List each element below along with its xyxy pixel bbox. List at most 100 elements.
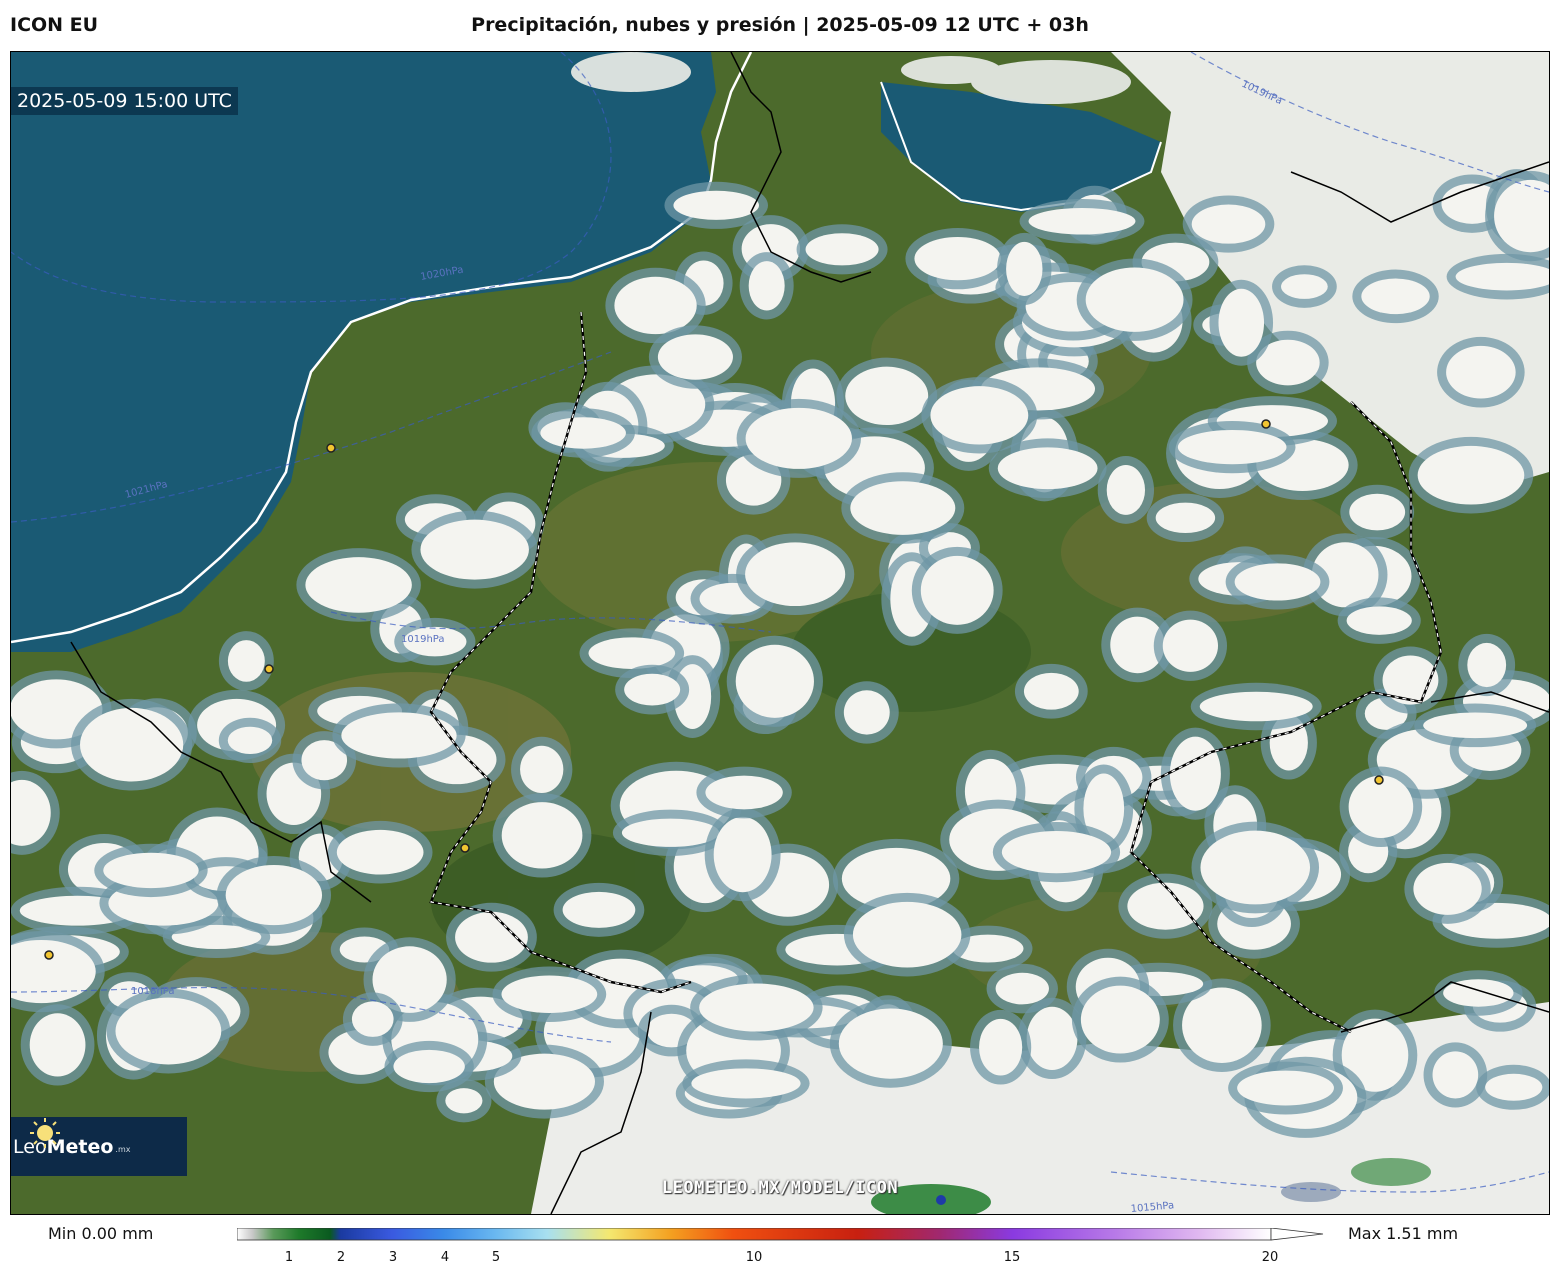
cloud-cell [1432, 1051, 1479, 1099]
cloud-cell [1417, 445, 1525, 505]
cloud-cell [920, 555, 994, 625]
precipitation-colorbar [237, 1228, 1324, 1241]
cloud-cell [540, 417, 626, 449]
cloud-cell [713, 816, 772, 893]
cloud-cell [914, 237, 1001, 281]
city-marker [1374, 775, 1384, 785]
cloud-cell [997, 447, 1098, 490]
cloud-cell [735, 644, 814, 718]
city-marker [44, 950, 54, 960]
sun-icon [30, 1118, 60, 1148]
cloud-cell [588, 637, 676, 669]
colorbar-tick-label: 1 [284, 1250, 294, 1265]
city-marker [1261, 419, 1271, 429]
cloud-cell [691, 1068, 801, 1099]
leometeo-logo[interactable]: LeoMeteo .mx [11, 1117, 187, 1176]
cloud-cell [1155, 502, 1216, 534]
colorbar-tick-label: 15 [1003, 1250, 1021, 1265]
cloud-cell [1080, 985, 1160, 1054]
cloud-cell [1281, 274, 1328, 299]
cloud-cell [1349, 493, 1406, 531]
cloud-cell [657, 334, 733, 380]
cloud-cell [805, 233, 879, 266]
cloud-cell [1413, 862, 1482, 915]
cloud-cell [673, 190, 760, 220]
cloud-cell [621, 818, 720, 847]
colorbar-tick-label: 10 [745, 1250, 763, 1265]
cloud-cell [845, 366, 929, 426]
cloud-cell [1085, 267, 1184, 332]
cloud-cell [29, 1013, 86, 1077]
cloud-cell [305, 557, 412, 613]
cloud-cell [115, 997, 222, 1065]
cloud-cell [79, 707, 184, 782]
isobar-label: 1018hPa [131, 986, 175, 997]
cloud-cell [748, 261, 785, 311]
cloud-cell [501, 802, 583, 869]
cloud-cell [520, 745, 564, 794]
cloud-cell [624, 673, 681, 706]
cloud-cell [1237, 1070, 1334, 1106]
map-title: Precipitación, nubes y presión | 2025-05… [471, 14, 1089, 36]
cloud-cell [1006, 241, 1043, 296]
cloud-cell [1348, 775, 1414, 839]
cloud-cell [501, 975, 598, 1014]
cloud-cell [705, 775, 783, 810]
cloud-cell [1446, 345, 1516, 399]
cloud-cell [562, 891, 636, 928]
cloud-cell [1199, 691, 1313, 722]
cloud-cell [1028, 207, 1136, 235]
cloud-cell [420, 519, 529, 580]
cloud-cell [979, 1018, 1023, 1076]
cloud-cell [1169, 736, 1221, 811]
cloud-cell [995, 972, 1049, 1005]
cloud-cell [227, 640, 265, 682]
city-marker [460, 843, 470, 853]
cloud-cell [1191, 204, 1266, 244]
valid-time-badge: 2025-05-09 15:00 UTC [11, 87, 238, 115]
cloud-cell [1106, 465, 1146, 515]
legend-min-label: Min 0.00 mm [48, 1224, 154, 1243]
cloud-cell [1162, 619, 1219, 672]
colorbar-tick-label: 3 [388, 1250, 398, 1265]
cloud-cell [1218, 288, 1265, 357]
city-marker [326, 443, 336, 453]
site-watermark: LEOMETEO.MX/MODEL/ICON [661, 1178, 899, 1198]
cloud-cell [614, 276, 697, 335]
cloud-cell [225, 864, 323, 926]
isobar-label: 1019hPa [401, 634, 445, 645]
weather-map[interactable]: 1019hPa 1020hPa 1021hPa 1019hPa 1018hPa … [10, 51, 1550, 1215]
cloud-cell [1001, 831, 1112, 874]
colorbar-tick-label: 2 [336, 1250, 346, 1265]
cloud-cell [445, 1088, 483, 1114]
map-canvas: 1019hPa 1020hPa 1021hPa 1019hPa 1018hPa … [11, 52, 1549, 1214]
cloud-cell [930, 386, 1029, 445]
cloud-cell [1234, 563, 1321, 601]
cloud-cell [850, 481, 956, 535]
cloud-cell [1200, 830, 1311, 905]
city-marker [264, 664, 274, 674]
cloud-cell [843, 690, 890, 735]
cloud-cell [103, 852, 199, 889]
logo-tld: .mx [115, 1145, 131, 1154]
cloud-cell [1423, 712, 1528, 739]
cloud-cell [393, 1049, 465, 1084]
cloud-cell [852, 901, 962, 968]
cloud-cell [1177, 429, 1287, 465]
cloud-cell [1485, 1073, 1543, 1101]
cloud-cell [1026, 1006, 1078, 1071]
cloud-cell [1346, 606, 1412, 635]
cloud-cell [227, 726, 273, 755]
cloud-cell [745, 542, 846, 607]
cloud-cell [838, 1008, 943, 1079]
colorbar-tick-label: 4 [440, 1250, 450, 1265]
colorbar-tick-label: 20 [1261, 1250, 1279, 1265]
cloud-cell [1467, 642, 1507, 688]
cloud-cell [336, 829, 424, 875]
cloud-cell [699, 983, 814, 1032]
cloud-cell [351, 1001, 394, 1037]
cloud-cell [1361, 278, 1430, 315]
cloud-cell [341, 712, 457, 759]
cloud-cell [1023, 672, 1079, 710]
colorbar-tick-label: 5 [491, 1250, 501, 1265]
